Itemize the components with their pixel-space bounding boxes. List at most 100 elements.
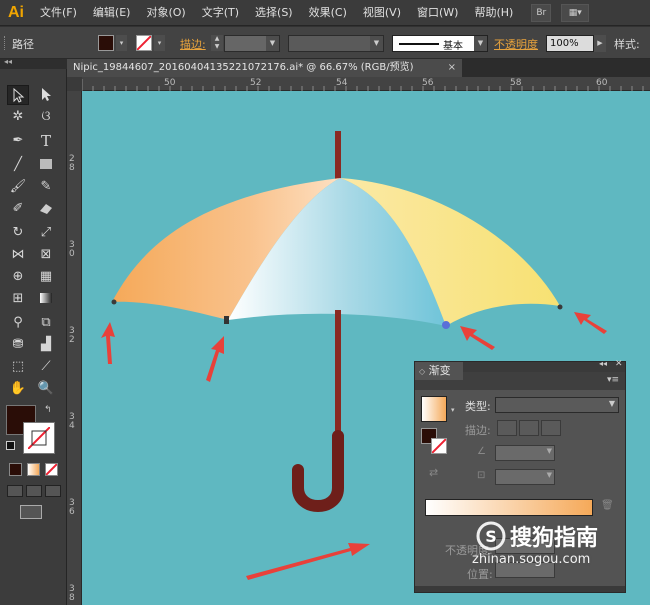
- panel-resize-grip[interactable]: [415, 586, 625, 592]
- menu-file[interactable]: 文件(F): [32, 0, 85, 26]
- rectangle-icon: [40, 159, 52, 169]
- arrange-documents-button[interactable]: ▦▾: [561, 3, 590, 22]
- collapse-icon[interactable]: ◂◂: [4, 57, 12, 66]
- stroke-stepper[interactable]: ▲ ▼: [211, 35, 223, 51]
- close-icon[interactable]: ✕: [615, 359, 623, 369]
- width-tool[interactable]: ⋈: [7, 245, 29, 265]
- draw-normal-button[interactable]: [7, 485, 23, 497]
- lasso-tool[interactable]: ଓ: [35, 107, 57, 127]
- gradient-tool[interactable]: [35, 289, 57, 309]
- red-arrow-icon: [460, 326, 495, 350]
- stroke-weight-dropdown[interactable]: ▼: [224, 35, 280, 52]
- gradient-slider[interactable]: [425, 499, 593, 516]
- eraser-tool[interactable]: [35, 199, 57, 219]
- ruler-label: 60: [596, 78, 608, 88]
- panel-menu-icon[interactable]: ▾≡: [607, 375, 619, 385]
- blend-tool[interactable]: ⧉: [35, 313, 57, 333]
- chevron-down-icon: ▼: [546, 447, 552, 455]
- mesh-tool[interactable]: ⊞: [7, 289, 29, 309]
- type-tool[interactable]: T: [35, 131, 57, 151]
- control-bar: 路径 ▾ ▾ 描边: ▲ ▼ ▼ ▼ 基本 ▼ 不透明度 100% ▶ 样式:: [0, 27, 650, 59]
- artboard-tool[interactable]: ⬚: [7, 357, 29, 377]
- gradient-stroke-box[interactable]: [431, 438, 447, 454]
- scale-tool[interactable]: ⤢: [35, 223, 57, 243]
- fill-dropdown-arrow[interactable]: ▾: [116, 35, 127, 51]
- opacity-dropdown-arrow[interactable]: ▶: [594, 35, 606, 52]
- perspective-grid-tool[interactable]: ▦: [35, 267, 57, 287]
- none-mode-button[interactable]: [45, 463, 58, 476]
- stroke-gradient-within-button[interactable]: [497, 420, 517, 436]
- slice-tool[interactable]: ⟋: [35, 357, 57, 377]
- bridge-button[interactable]: Br: [531, 3, 552, 22]
- trash-icon[interactable]: 🗑: [601, 500, 614, 511]
- menu-object[interactable]: 对象(O): [138, 0, 193, 26]
- menu-select[interactable]: 选择(S): [247, 0, 301, 26]
- draw-inside-button[interactable]: [45, 485, 61, 497]
- gradient-type-dropdown[interactable]: ▼: [495, 397, 619, 413]
- eraser-icon: [40, 204, 52, 214]
- arrow-pointer-icon: [13, 87, 25, 103]
- hand-tool[interactable]: ✋: [7, 379, 29, 399]
- menu-type[interactable]: 文字(T): [194, 0, 247, 26]
- angle-field[interactable]: ▼: [495, 445, 555, 461]
- ruler-origin[interactable]: [67, 77, 82, 91]
- blob-brush-tool[interactable]: ✐: [7, 199, 29, 219]
- color-mode-button[interactable]: [9, 463, 22, 476]
- variable-width-dropdown[interactable]: ▼: [288, 35, 384, 52]
- no-stroke-icon: [136, 35, 152, 51]
- free-transform-tool[interactable]: ⊠: [35, 245, 57, 265]
- menu-help[interactable]: 帮助(H): [466, 0, 521, 26]
- stroke-weight-link[interactable]: 描边:: [180, 36, 206, 52]
- gradient-preview-swatch[interactable]: [421, 396, 447, 422]
- style-label: 样式:: [614, 38, 640, 51]
- zoom-tool[interactable]: 🔍: [35, 379, 57, 399]
- magic-wand-tool[interactable]: ✲: [7, 107, 29, 127]
- draw-behind-button[interactable]: [26, 485, 42, 497]
- direct-selection-tool[interactable]: [35, 85, 57, 105]
- stroke-color-box[interactable]: [23, 422, 55, 454]
- document-tab[interactable]: Nipic_19844607_20160404135221072176.ai* …: [67, 59, 462, 77]
- aspect-ratio-field[interactable]: ▼: [495, 469, 555, 485]
- opacity-field[interactable]: 100%: [546, 35, 594, 52]
- stroke-dropdown-arrow[interactable]: ▾: [154, 35, 165, 51]
- brush-definition-dropdown[interactable]: 基本 ▼: [392, 35, 488, 52]
- tab-gradient[interactable]: ◇ 渐变: [415, 362, 463, 380]
- paintbrush-tool[interactable]: 🖌: [7, 177, 29, 197]
- column-graph-tool[interactable]: ▟: [35, 335, 57, 355]
- reverse-gradient-icon[interactable]: ⇄: [429, 466, 438, 479]
- menu-edit[interactable]: 编辑(E): [85, 0, 139, 26]
- stroke-gradient-across-button[interactable]: [541, 420, 561, 436]
- rotate-tool[interactable]: ↻: [7, 223, 29, 243]
- menu-bar: Ai 文件(F) 编辑(E) 对象(O) 文字(T) 选择(S) 效果(C) 视…: [0, 0, 650, 26]
- opacity-link[interactable]: 不透明度: [494, 36, 538, 52]
- rectangle-tool[interactable]: [35, 155, 57, 175]
- selection-tool[interactable]: [7, 85, 29, 105]
- collapse-icon[interactable]: ◂◂: [599, 359, 607, 368]
- horizontal-ruler[interactable]: 50 52 54 56 58 60: [82, 77, 650, 91]
- pencil-tool[interactable]: ✎: [35, 177, 57, 197]
- fill-swatch[interactable]: [98, 35, 114, 51]
- gradient-mode-button[interactable]: [27, 463, 40, 476]
- symbol-sprayer-tool[interactable]: ⛃: [7, 335, 29, 355]
- pen-tool[interactable]: ✒: [7, 131, 29, 151]
- close-tab-icon[interactable]: ×: [448, 59, 456, 77]
- vertical-ruler[interactable]: 2 8 3 0 3 2 3 4 3 6 3 8: [67, 91, 82, 605]
- stroke-swatch[interactable]: [136, 35, 152, 51]
- grip-handle[interactable]: [4, 36, 8, 50]
- stroke-gradient-along-button[interactable]: [519, 420, 539, 436]
- brush-stroke-preview: [399, 43, 439, 45]
- screen-mode-button[interactable]: [20, 505, 42, 519]
- default-colors-icon[interactable]: [6, 441, 15, 450]
- menu-view[interactable]: 视图(V): [355, 0, 409, 26]
- eyedropper-tool[interactable]: ⚲: [7, 313, 29, 333]
- swap-fill-stroke-icon[interactable]: ↰: [44, 405, 52, 415]
- menu-effect[interactable]: 效果(C): [301, 0, 355, 26]
- menu-window[interactable]: 窗口(W): [409, 0, 466, 26]
- shape-builder-tool[interactable]: ⊕: [7, 267, 29, 287]
- lasso-icon: ଓ: [41, 109, 51, 124]
- type-icon: T: [40, 132, 51, 150]
- chevron-down-icon[interactable]: ▾: [451, 406, 455, 414]
- sogou-logo-icon: S: [476, 521, 506, 551]
- line-tool[interactable]: ╱: [7, 155, 29, 175]
- ruler-label: 3 0: [69, 240, 75, 259]
